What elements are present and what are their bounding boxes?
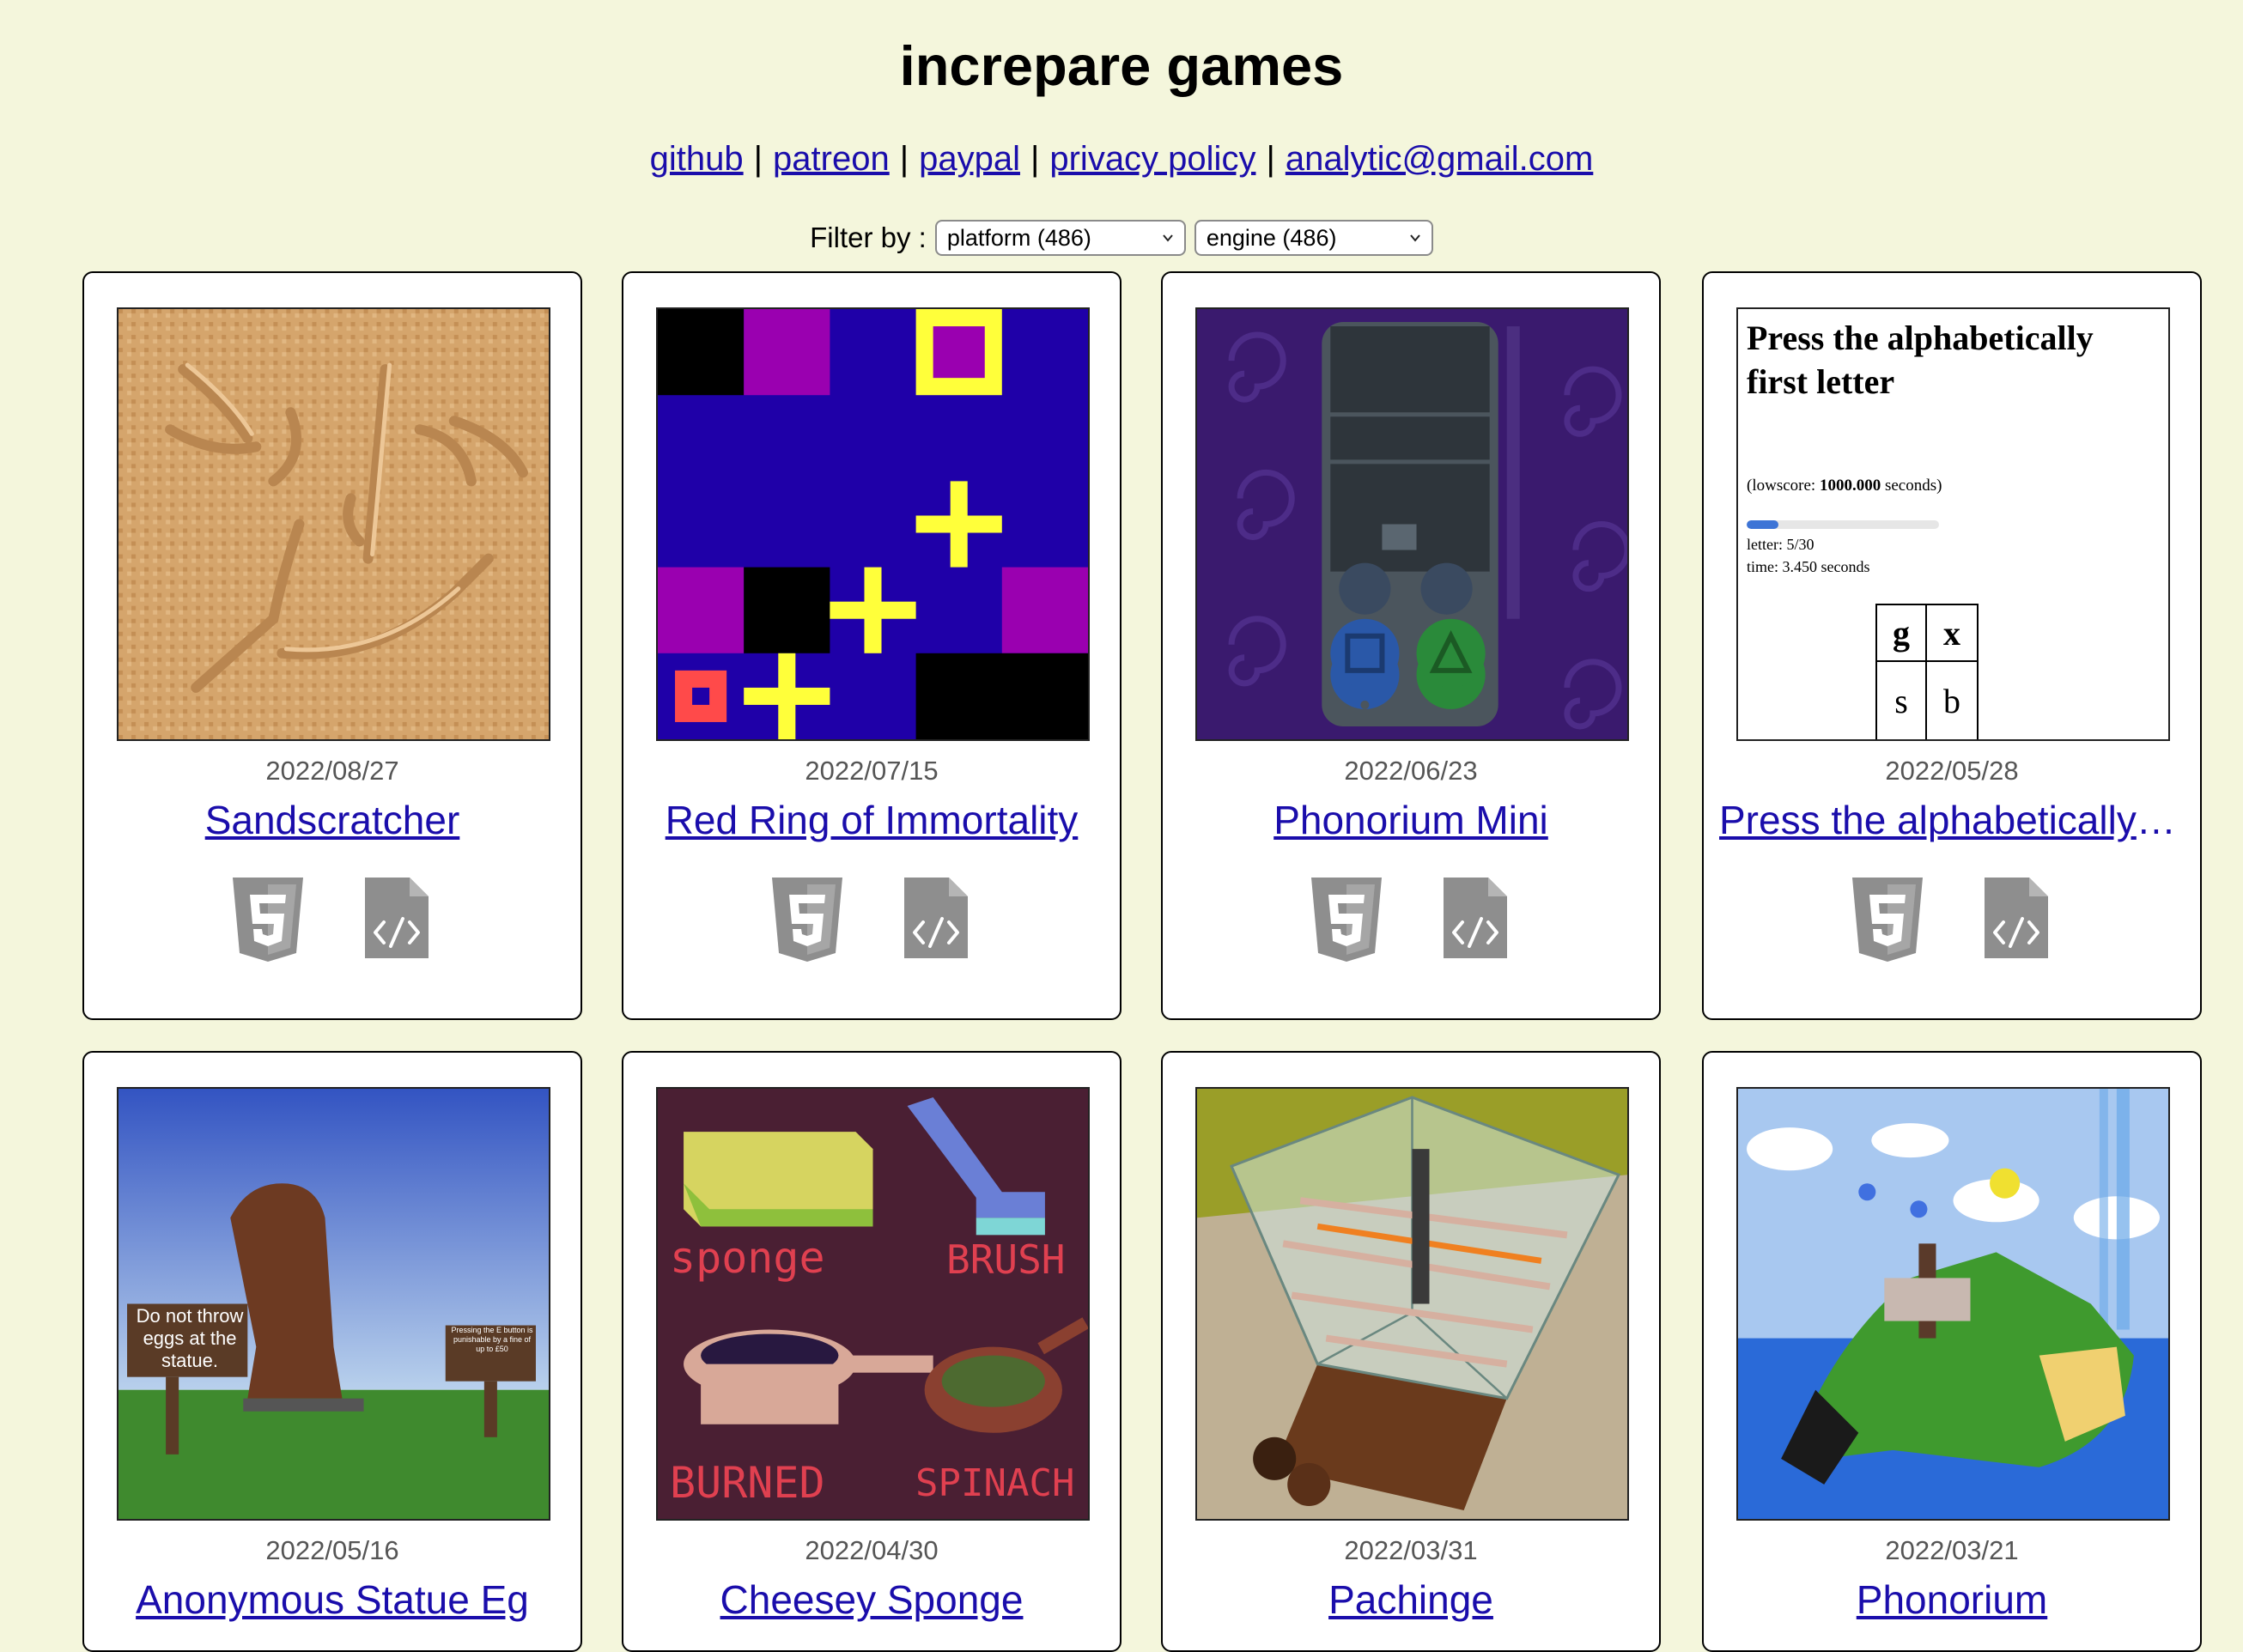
thumb-heading: Press the alphabetically first letter xyxy=(1747,319,2094,401)
platform-select-value: platform (486) xyxy=(946,224,1091,251)
filter-bar: Filter by : platform (486) engine (486) xyxy=(0,220,2243,256)
chevron-down-icon xyxy=(1163,234,1173,242)
source-code-icon[interactable] xyxy=(1978,874,2055,963)
game-card: Press the alphabetically first letter (l… xyxy=(1702,271,2202,1020)
game-card: 2022/07/15 Red Ring of Immortality xyxy=(622,271,1122,1020)
source-code-icon[interactable] xyxy=(358,874,435,963)
source-code-icon[interactable] xyxy=(1437,874,1514,963)
chevron-down-icon xyxy=(1410,234,1420,242)
game-thumbnail[interactable]: Do not throw eggs at the statue. Pressin… xyxy=(117,1087,550,1521)
game-date: 2022/03/21 xyxy=(1885,1535,2019,1565)
game-thumbnail[interactable] xyxy=(117,307,550,741)
thumb-cell: g xyxy=(1877,605,1927,662)
game-card: 2022/03/21 Phonorium xyxy=(1702,1051,2202,1652)
game-date: 2022/06/23 xyxy=(1344,756,1478,786)
phonorium-mini-thumbnail-art xyxy=(1197,309,1627,739)
game-title-link[interactable]: Phonorium Mini xyxy=(1178,797,1644,843)
thumb-time: time: 3.450 seconds xyxy=(1747,558,1870,575)
game-thumbnail[interactable] xyxy=(1195,307,1629,741)
thumb-cell: x xyxy=(1927,605,1977,662)
game-date: 2022/05/28 xyxy=(1885,756,2019,786)
link-separator: | xyxy=(1030,140,1040,178)
email-link[interactable]: analytic@gmail.com xyxy=(1286,140,1594,178)
burned-word: BURNED xyxy=(670,1458,825,1508)
thumb-cell: s xyxy=(1877,662,1927,739)
game-date: 2022/07/15 xyxy=(805,756,939,786)
game-links xyxy=(1163,874,1659,963)
thumb-progress-fill xyxy=(1747,520,1779,529)
game-date: 2022/04/30 xyxy=(805,1535,939,1565)
page-title: increpare games xyxy=(899,34,1344,97)
game-title-link[interactable]: Anonymous Statue Eg xyxy=(100,1576,565,1623)
sand-thumbnail-art xyxy=(119,309,549,739)
game-links xyxy=(84,874,581,963)
statue-thumbnail-art xyxy=(119,1089,549,1519)
game-thumbnail[interactable] xyxy=(1195,1087,1629,1521)
link-separator: | xyxy=(753,140,763,178)
game-title-link[interactable]: Red Ring of Immortality xyxy=(639,797,1104,843)
sponge-thumbnail-art xyxy=(658,1089,1088,1519)
filter-label: Filter by : xyxy=(810,222,927,253)
game-card: 2022/06/23 Phonorium Mini xyxy=(1161,271,1661,1020)
link-separator: | xyxy=(1266,140,1275,178)
patreon-link[interactable]: patreon xyxy=(773,140,890,178)
game-thumbnail[interactable]: Press the alphabetically first letter (l… xyxy=(1736,307,2170,741)
game-title-link[interactable]: Pachinge xyxy=(1178,1576,1644,1623)
pachinge-thumbnail-art xyxy=(1197,1089,1627,1519)
paypal-link[interactable]: paypal xyxy=(919,140,1020,178)
game-card: 2022/03/31 Pachinge xyxy=(1161,1051,1661,1652)
thumb-letter-grid: g x s b xyxy=(1875,604,1979,739)
engine-select-value: engine (486) xyxy=(1206,224,1337,251)
thumb-progress-bar xyxy=(1747,520,1939,529)
github-link[interactable]: github xyxy=(650,140,744,178)
spinach-word: SPINACH xyxy=(915,1461,1075,1505)
site-links: github | patreon | paypal | privacy policy | ana… xyxy=(0,142,2243,176)
game-date: 2022/08/27 xyxy=(265,756,399,786)
brush-word: BRUSH xyxy=(946,1236,1066,1283)
game-date: 2022/05/16 xyxy=(265,1535,399,1565)
statue-sign-small-text: Pressing the E button is punishable by a… xyxy=(451,1326,533,1353)
html5-icon[interactable] xyxy=(229,874,307,963)
game-card: 2022/08/27 Sandscratcher xyxy=(82,271,582,1020)
statue-sign-text: Do not throw eggs at the statue. xyxy=(136,1305,244,1371)
red-ring-thumbnail-art xyxy=(658,309,1088,739)
thumb-cell: b xyxy=(1943,681,1960,720)
game-links xyxy=(623,874,1120,963)
thumb-letter: letter: 5/30 xyxy=(1747,536,1814,553)
sponge-word: sponge xyxy=(670,1233,825,1283)
game-thumbnail[interactable] xyxy=(1736,1087,2170,1521)
phonorium-thumbnail-art xyxy=(1738,1089,2168,1519)
link-separator: | xyxy=(899,140,909,178)
html5-icon[interactable] xyxy=(769,874,846,963)
game-date: 2022/03/31 xyxy=(1344,1535,1478,1565)
game-card: Do not throw eggs at the statue. Pressin… xyxy=(82,1051,582,1652)
thumb-lowscore: (lowscore: 1000.000 seconds) xyxy=(1747,477,1942,495)
game-links xyxy=(1704,874,2200,963)
source-code-icon[interactable] xyxy=(897,874,975,963)
game-title-link[interactable]: Sandscratcher xyxy=(100,797,565,843)
game-thumbnail[interactable] xyxy=(656,307,1090,741)
game-thumbnail[interactable]: sponge BRUSH BURNED SPINACH xyxy=(656,1087,1090,1521)
html5-icon[interactable] xyxy=(1849,874,1926,963)
game-title-link[interactable]: Press the alphabetically first letter xyxy=(1719,797,2185,843)
html5-icon[interactable] xyxy=(1308,874,1385,963)
platform-select[interactable]: platform (486) xyxy=(934,220,1186,256)
game-title-link[interactable]: Cheesey Sponge xyxy=(639,1576,1104,1623)
game-title-link[interactable]: Phonorium xyxy=(1719,1576,2185,1623)
privacy-policy-link[interactable]: privacy policy xyxy=(1049,140,1255,178)
game-card: sponge BRUSH BURNED SPINACH 2022/04/30 C… xyxy=(622,1051,1122,1652)
engine-select[interactable]: engine (486) xyxy=(1194,220,1433,256)
